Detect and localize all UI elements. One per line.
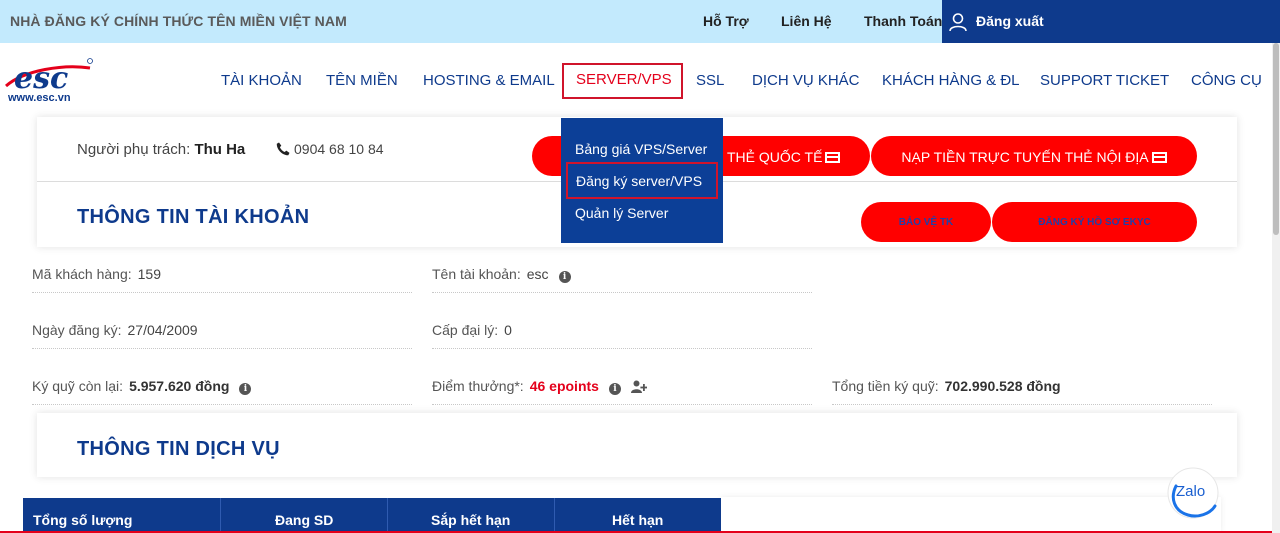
th-expiring: Sắp hết hạn bbox=[431, 512, 511, 528]
registration-date-label: Ngày đăng ký: bbox=[32, 322, 122, 338]
registration-date-value: 27/04/2009 bbox=[127, 322, 198, 338]
protect-account-label: BẢO VỆ TK bbox=[898, 217, 954, 228]
account-info-title: THÔNG TIN TÀI KHOẢN bbox=[77, 206, 310, 228]
reward-points-label: Điểm thưởng*: bbox=[432, 378, 524, 394]
row-divider bbox=[432, 292, 812, 293]
total-deposit-label: Tổng tiền ký quỹ: bbox=[832, 378, 939, 394]
dropdown-item-register-server[interactable]: Đăng ký server/VPS bbox=[566, 162, 718, 199]
zalo-icon: Zalo bbox=[1167, 467, 1219, 519]
info-icon[interactable]: i bbox=[558, 271, 571, 283]
page-root: NHÀ ĐĂNG KÝ CHÍNH THỨC TÊN MIỀN VIỆT NAM… bbox=[0, 0, 1280, 533]
nav-support-ticket[interactable]: SUPPORT TICKET bbox=[1040, 72, 1169, 89]
th-expired: Hết hạn bbox=[612, 512, 664, 528]
domestic-topup-label: NẠP TIỀN TRỰC TUYẾN THẺ NỘI ĐỊA bbox=[901, 149, 1149, 165]
customer-code-value: 159 bbox=[137, 266, 161, 282]
credit-card-icon bbox=[1151, 152, 1167, 163]
agent-level: Cấp đại lý: 0 bbox=[432, 322, 512, 338]
user-icon bbox=[949, 13, 967, 32]
dropdown-item-manage-server[interactable]: Quản lý Server bbox=[575, 205, 668, 221]
phone-icon bbox=[276, 142, 290, 156]
esc-logo[interactable]: esc www.esc.vn bbox=[4, 56, 96, 106]
zalo-chat-button[interactable]: Zalo bbox=[1166, 466, 1220, 520]
nav-server-vps[interactable]: SERVER/VPS bbox=[562, 63, 683, 99]
logout-button[interactable]: Đăng xuất bbox=[942, 0, 1280, 43]
service-info-title: THÔNG TIN DỊCH VỤ bbox=[77, 438, 280, 460]
deposit-remaining-value: 5.957.620 đồng bbox=[129, 378, 230, 394]
zalo-label: Zalo bbox=[1176, 483, 1205, 500]
th-total: Tổng số lượng bbox=[33, 512, 133, 528]
customer-code: Mã khách hàng: 159 bbox=[32, 266, 161, 282]
ekyc-register-button[interactable]: ĐĂNG KÝ HỒ SƠ EKYC bbox=[992, 202, 1197, 242]
top-link-payment[interactable]: Thanh Toán bbox=[864, 13, 942, 29]
responsible-name: Thu Ha bbox=[194, 141, 246, 158]
logout-label: Đăng xuất bbox=[976, 13, 1044, 29]
top-link-contact[interactable]: Liên Hệ bbox=[781, 13, 832, 29]
protect-account-button[interactable]: BẢO VỆ TK bbox=[861, 202, 991, 242]
deposit-remaining: Ký quỹ còn lại: 5.957.620 đồng i bbox=[32, 378, 252, 395]
total-deposit-value: 702.990.528 đồng bbox=[944, 378, 1061, 394]
nav-domain[interactable]: TÊN MIỀN bbox=[326, 72, 398, 89]
user-plus-icon[interactable] bbox=[630, 380, 647, 393]
th-in-use: Đang SD bbox=[275, 512, 334, 528]
reward-points: Điểm thưởng*: 46 epoints i bbox=[432, 378, 647, 395]
th-separator bbox=[387, 498, 388, 533]
logo-url: www.esc.vn bbox=[7, 92, 71, 104]
info-icon[interactable]: i bbox=[239, 383, 252, 395]
agent-level-label: Cấp đại lý: bbox=[432, 322, 499, 338]
nav-other-services[interactable]: DỊCH VỤ KHÁC bbox=[752, 72, 860, 89]
service-table-header: Tổng số lượng Đang SD Sắp hết hạn Hết hạ… bbox=[23, 498, 721, 533]
top-brand-text: NHÀ ĐĂNG KÝ CHÍNH THỨC TÊN MIỀN VIỆT NAM bbox=[10, 13, 347, 29]
domestic-topup-button[interactable]: NẠP TIỀN TRỰC TUYẾN THẺ NỘI ĐỊA bbox=[871, 136, 1197, 176]
top-bar: NHÀ ĐĂNG KÝ CHÍNH THỨC TÊN MIỀN VIỆT NAM… bbox=[0, 0, 1280, 43]
nav-ssl[interactable]: SSL bbox=[696, 72, 724, 89]
info-icon[interactable]: i bbox=[608, 383, 621, 395]
esc-logo-mark: esc www.esc.vn bbox=[5, 58, 93, 104]
top-link-support[interactable]: Hỗ Trợ bbox=[703, 13, 749, 29]
logo-text: esc bbox=[14, 61, 68, 96]
table-side-panel bbox=[721, 497, 1221, 533]
nav-tools[interactable]: CÔNG CỤ bbox=[1191, 72, 1262, 89]
page-scrollbar[interactable] bbox=[1272, 43, 1280, 533]
dropdown-item-pricing[interactable]: Bảng giá VPS/Server bbox=[575, 141, 707, 157]
row-divider bbox=[32, 348, 412, 349]
account-name-value: esc bbox=[526, 266, 549, 282]
responsible-label: Người phụ trách: bbox=[77, 141, 191, 158]
agent-level-value: 0 bbox=[504, 322, 512, 338]
row-divider bbox=[32, 292, 412, 293]
nav-account[interactable]: TÀI KHOẢN bbox=[221, 72, 302, 89]
row-divider bbox=[432, 404, 812, 405]
row-divider bbox=[32, 404, 412, 405]
responsible-phone: 0904 68 10 84 bbox=[276, 141, 384, 157]
phone-number: 0904 68 10 84 bbox=[294, 141, 384, 157]
nav-customers-agents[interactable]: KHÁCH HÀNG & ĐL bbox=[882, 72, 1020, 89]
scrollbar-thumb[interactable] bbox=[1273, 43, 1279, 235]
responsible-person: Người phụ trách: Thu Ha bbox=[77, 141, 245, 158]
account-name: Tên tài khoản: esc i bbox=[432, 266, 571, 283]
server-vps-dropdown: Bảng giá VPS/Server Đăng ký server/VPS Q… bbox=[561, 118, 723, 243]
nav-hosting-email[interactable]: HOSTING & EMAIL bbox=[423, 72, 555, 89]
ekyc-register-label: ĐĂNG KÝ HỒ SƠ EKYC bbox=[1038, 217, 1151, 228]
th-separator bbox=[554, 498, 555, 533]
th-separator bbox=[220, 498, 221, 533]
registration-date: Ngày đăng ký: 27/04/2009 bbox=[32, 322, 198, 338]
reward-points-value: 46 epoints bbox=[529, 378, 599, 394]
credit-card-icon bbox=[825, 152, 841, 163]
total-deposit: Tổng tiền ký quỹ: 702.990.528 đồng bbox=[832, 378, 1061, 394]
intl-card-label: THẺ QUỐC TẾ bbox=[727, 149, 823, 165]
deposit-remaining-label: Ký quỹ còn lại: bbox=[32, 378, 124, 394]
customer-code-label: Mã khách hàng: bbox=[32, 266, 132, 282]
row-divider bbox=[432, 348, 812, 349]
row-divider bbox=[832, 404, 1212, 405]
account-name-label: Tên tài khoản: bbox=[432, 266, 521, 282]
